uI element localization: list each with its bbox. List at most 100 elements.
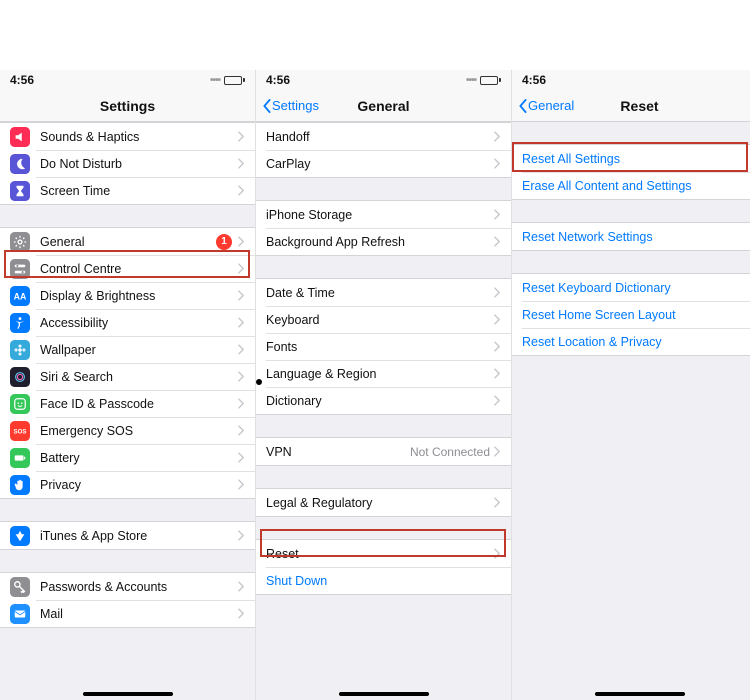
cell-label: CarPlay bbox=[266, 157, 494, 171]
cell-do-not-disturb[interactable]: Do Not Disturb bbox=[0, 150, 255, 177]
mail-icon bbox=[10, 604, 30, 624]
cell-handoff[interactable]: Handoff bbox=[256, 123, 511, 150]
back-label: General bbox=[528, 98, 574, 113]
cell-label: Reset Location & Privacy bbox=[522, 335, 750, 349]
cell-language-region[interactable]: Language & Region bbox=[256, 360, 511, 387]
chevron-right-icon bbox=[494, 497, 501, 508]
cell-control-centre[interactable]: Control Centre bbox=[0, 255, 255, 282]
back-button[interactable]: Settings bbox=[262, 98, 319, 113]
chevron-right-icon bbox=[494, 131, 501, 142]
cell-reset-all-settings[interactable]: Reset All Settings bbox=[512, 145, 750, 172]
battery-icon bbox=[10, 448, 30, 468]
cell-label: Control Centre bbox=[40, 262, 238, 276]
chevron-right-icon bbox=[238, 290, 245, 301]
nav-bar: General Reset bbox=[512, 90, 750, 122]
cell-reset-keyboard-dictionary[interactable]: Reset Keyboard Dictionary bbox=[512, 274, 750, 301]
chevron-right-icon bbox=[238, 158, 245, 169]
switches-icon bbox=[10, 259, 30, 279]
appstore-icon bbox=[10, 526, 30, 546]
cell-label: iTunes & App Store bbox=[40, 529, 238, 543]
chevron-right-icon bbox=[238, 344, 245, 355]
settings-screen: 4:56 •••• Settings Sounds & HapticsDo No… bbox=[0, 70, 256, 700]
status-right: •••• bbox=[210, 75, 245, 86]
cell-sounds-haptics[interactable]: Sounds & Haptics bbox=[0, 123, 255, 150]
cell-itunes-app-store[interactable]: iTunes & App Store bbox=[0, 522, 255, 549]
back-button[interactable]: General bbox=[518, 98, 574, 113]
settings-list[interactable]: Sounds & Haptics Do Not DisturbScreen Tim… bbox=[0, 122, 255, 700]
general-list[interactable]: Handoff CarPlay iPhone StorageBackground … bbox=[256, 122, 511, 700]
chevron-right-icon bbox=[494, 446, 501, 457]
cell-reset[interactable]: Reset bbox=[256, 540, 511, 567]
cell-dictionary[interactable]: Dictionary bbox=[256, 387, 511, 414]
cell-label: Battery bbox=[40, 451, 238, 465]
cell-label: Accessibility bbox=[40, 316, 238, 330]
cell-legal-regulatory[interactable]: Legal & Regulatory bbox=[256, 489, 511, 516]
nav-bar: Settings bbox=[0, 90, 255, 122]
cell-display-brightness[interactable]: AADisplay & Brightness bbox=[0, 282, 255, 309]
cell-screen-time[interactable]: Screen Time bbox=[0, 177, 255, 204]
chevron-right-icon bbox=[494, 209, 501, 220]
cell-label: Language & Region bbox=[266, 367, 494, 381]
page-title: Settings bbox=[100, 98, 155, 114]
general-screen: 4:56 •••• Settings General HandoffCarPla… bbox=[256, 70, 512, 700]
cell-battery[interactable]: Battery bbox=[0, 444, 255, 471]
cell-carplay[interactable]: CarPlay bbox=[256, 150, 511, 177]
cell-label: Siri & Search bbox=[40, 370, 238, 384]
cell-erase-all-content-and-settings[interactable]: Erase All Content and Settings bbox=[512, 172, 750, 199]
cell-face-id-passcode[interactable]: Face ID & Passcode bbox=[0, 390, 255, 417]
cell-label: Date & Time bbox=[266, 286, 494, 300]
signal-icon: •••• bbox=[466, 75, 476, 86]
cell-fonts[interactable]: Fonts bbox=[256, 333, 511, 360]
key-icon bbox=[10, 577, 30, 597]
cell-label: Legal & Regulatory bbox=[266, 496, 494, 510]
cell-label: Handoff bbox=[266, 130, 494, 144]
home-indicator[interactable] bbox=[595, 692, 685, 696]
reset-list[interactable]: Reset All Settings Erase All Content and … bbox=[512, 122, 750, 700]
chevron-right-icon bbox=[494, 287, 501, 298]
cell-date-time[interactable]: Date & Time bbox=[256, 279, 511, 306]
cell-privacy[interactable]: Privacy bbox=[0, 471, 255, 498]
cell-wallpaper[interactable]: Wallpaper bbox=[0, 336, 255, 363]
chevron-right-icon bbox=[494, 314, 501, 325]
cell-label: Sounds & Haptics bbox=[40, 130, 238, 144]
cell-label: Passwords & Accounts bbox=[40, 580, 238, 594]
chevron-right-icon bbox=[238, 185, 245, 196]
back-label: Settings bbox=[272, 98, 319, 113]
sos-icon: SOS bbox=[10, 421, 30, 441]
gear-icon bbox=[10, 232, 30, 252]
cell-iphone-storage[interactable]: iPhone Storage bbox=[256, 201, 511, 228]
reset-screen: 4:56 General Reset Reset All SettingsEra… bbox=[512, 70, 750, 700]
cell-reset-location-privacy[interactable]: Reset Location & Privacy bbox=[512, 328, 750, 355]
svg-text:AA: AA bbox=[14, 291, 27, 301]
cell-passwords-accounts[interactable]: Passwords & Accounts bbox=[0, 573, 255, 600]
cell-shut-down[interactable]: Shut Down bbox=[256, 567, 511, 594]
chevron-right-icon bbox=[494, 368, 501, 379]
chevron-right-icon bbox=[494, 548, 501, 559]
status-time: 4:56 bbox=[266, 73, 290, 87]
cell-siri-search[interactable]: Siri & Search bbox=[0, 363, 255, 390]
cell-accessibility[interactable]: Accessibility bbox=[0, 309, 255, 336]
cell-reset-home-screen-layout[interactable]: Reset Home Screen Layout bbox=[512, 301, 750, 328]
chevron-right-icon bbox=[238, 398, 245, 409]
chevron-right-icon bbox=[238, 530, 245, 541]
cell-vpn[interactable]: VPNNot Connected bbox=[256, 438, 511, 465]
chevron-right-icon bbox=[238, 371, 245, 382]
cell-label: Fonts bbox=[266, 340, 494, 354]
cell-label: Reset Network Settings bbox=[522, 230, 750, 244]
home-indicator[interactable] bbox=[339, 692, 429, 696]
cell-label: Mail bbox=[40, 607, 238, 621]
cell-label: Reset Keyboard Dictionary bbox=[522, 281, 750, 295]
cell-label: Face ID & Passcode bbox=[40, 397, 238, 411]
cell-reset-network-settings[interactable]: Reset Network Settings bbox=[512, 223, 750, 250]
chevron-right-icon bbox=[494, 236, 501, 247]
cell-background-app-refresh[interactable]: Background App Refresh bbox=[256, 228, 511, 255]
cell-keyboard[interactable]: Keyboard bbox=[256, 306, 511, 333]
cell-mail[interactable]: Mail bbox=[0, 600, 255, 627]
chevron-right-icon bbox=[238, 236, 245, 247]
cell-label: Reset bbox=[266, 547, 494, 561]
cell-emergency-sos[interactable]: SOS Emergency SOS bbox=[0, 417, 255, 444]
cell-label: Emergency SOS bbox=[40, 424, 238, 438]
cell-label: Reset All Settings bbox=[522, 152, 750, 166]
cell-general[interactable]: General1 bbox=[0, 228, 255, 255]
home-indicator[interactable] bbox=[83, 692, 173, 696]
